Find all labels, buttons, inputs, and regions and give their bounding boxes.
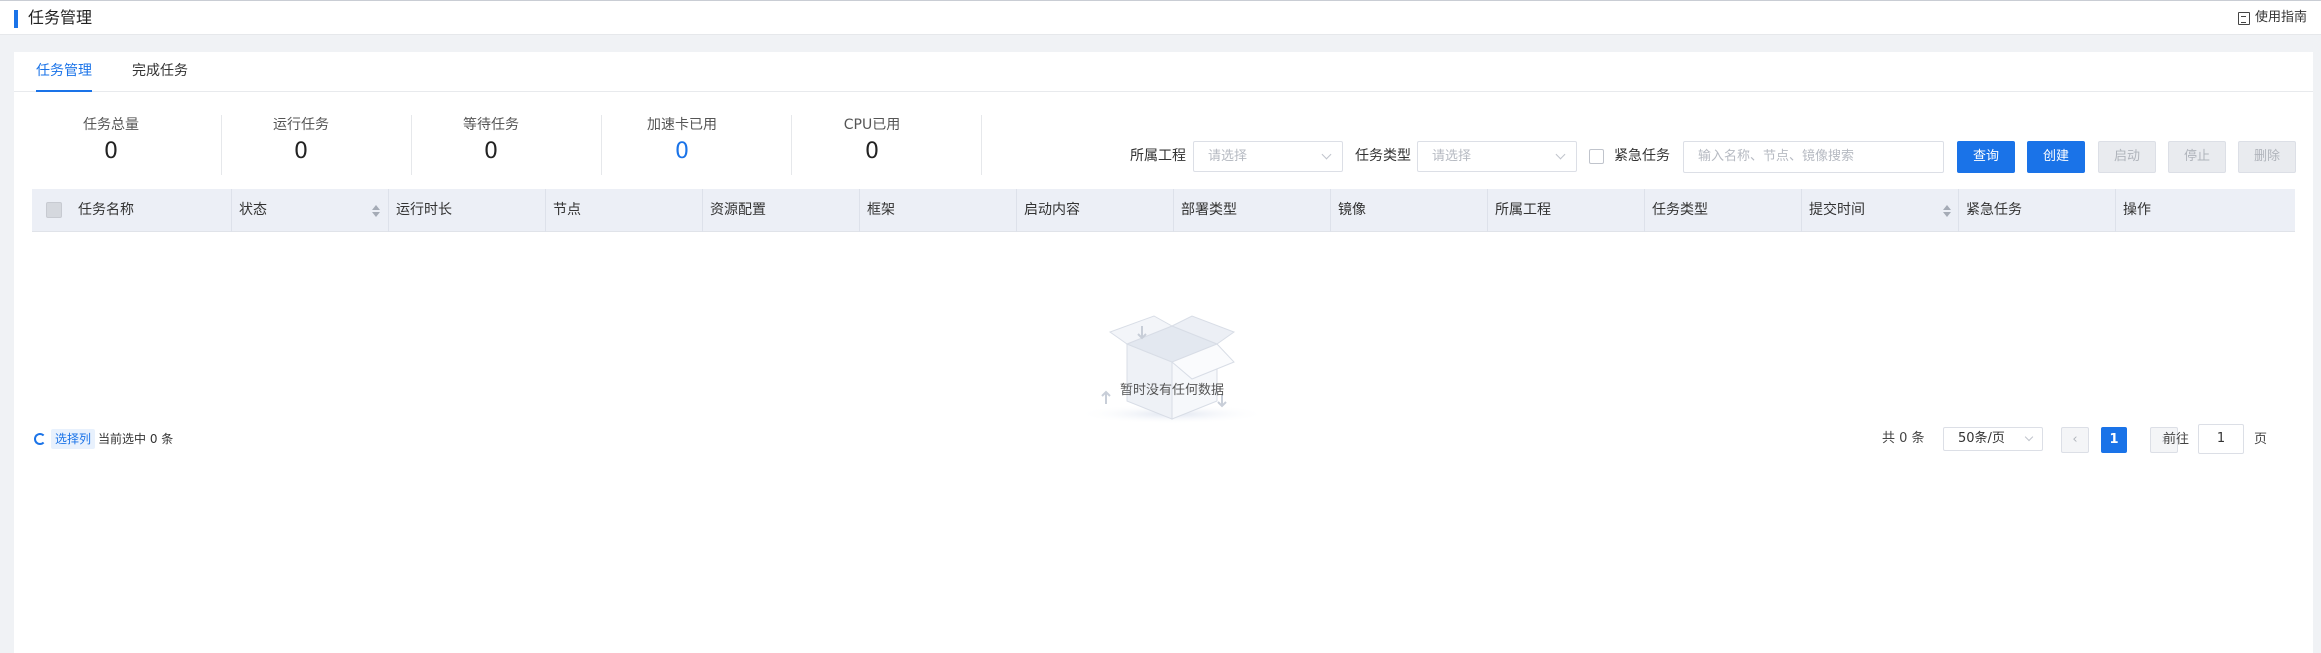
selected-count-text: 当前选中 0 条 <box>98 432 174 446</box>
chevron-down-icon <box>1321 149 1332 160</box>
column-separator <box>1487 189 1488 232</box>
column-header-start-content[interactable]: 启动内容 <box>1024 189 1080 232</box>
delete-button[interactable]: 删除 <box>2238 141 2296 173</box>
sort-icon[interactable] <box>1942 205 1952 217</box>
task-type-select-placeholder: 请选择 <box>1432 149 1472 164</box>
task-type-filter-label: 任务类型 <box>1355 148 1411 164</box>
tab-task-management[interactable]: 任务管理 <box>36 61 92 92</box>
search-input[interactable]: 输入名称、节点、镜像搜索 <box>1683 141 1944 173</box>
urgent-task-checkbox[interactable] <box>1589 149 1604 164</box>
goto-page-input[interactable]: 1 <box>2198 424 2244 454</box>
column-separator <box>702 189 703 232</box>
goto-label: 前往 <box>2163 432 2190 447</box>
stat-value[interactable]: 0 <box>587 138 777 166</box>
stop-button[interactable]: 停止 <box>2168 141 2226 173</box>
column-header-submit-time[interactable]: 提交时间 <box>1809 189 1865 232</box>
user-guide-label: 使用指南 <box>2254 10 2307 25</box>
stat-value: 0 <box>294 139 308 164</box>
page-title: 任务管理 <box>28 8 93 27</box>
stat-cpu-used: CPU已用 0 <box>777 115 967 179</box>
stat-label: 等待任务 <box>463 117 519 133</box>
stat-value: 0 <box>484 139 498 164</box>
urgent-task-label: 紧急任务 <box>1614 148 1670 164</box>
column-header-deploy-type[interactable]: 部署类型 <box>1181 189 1237 232</box>
document-icon <box>2237 11 2250 25</box>
goto-suffix-label: 页 <box>2254 432 2268 447</box>
chevron-down-icon <box>1555 149 1566 160</box>
column-separator <box>1801 189 1802 232</box>
column-header-task-type[interactable]: 任务类型 <box>1652 189 1708 232</box>
main-panel: 任务管理 完成任务 任务总量 0 运行任务 0 等待任务 0 加速卡已用 0 C… <box>14 52 2313 653</box>
column-separator <box>1644 189 1645 232</box>
sort-icon[interactable] <box>371 205 381 217</box>
select-columns-button[interactable]: 选择列 <box>51 429 96 449</box>
chevron-down-icon <box>2024 432 2034 442</box>
column-separator <box>231 189 232 232</box>
prev-page-button[interactable]: ‹ <box>2061 427 2089 453</box>
empty-box-illustration <box>1077 315 1267 424</box>
user-guide-link[interactable]: 使用指南 <box>2237 9 2307 27</box>
column-separator <box>1330 189 1331 232</box>
table-header: 任务名称 状态 运行时长 节点 资源配置 框架 启动内容 部署类型 镜像 所属工… <box>32 189 2295 232</box>
search-placeholder: 输入名称、节点、镜像搜索 <box>1698 149 1855 164</box>
column-separator <box>1173 189 1174 232</box>
chevron-left-icon: ‹ <box>2072 432 2078 447</box>
column-separator <box>545 189 546 232</box>
project-select[interactable]: 请选择 <box>1193 141 1343 172</box>
tab-completed-tasks[interactable]: 完成任务 <box>132 61 188 81</box>
column-separator <box>859 189 860 232</box>
stat-waiting-tasks: 等待任务 0 <box>396 115 586 179</box>
stat-label: CPU已用 <box>843 117 901 133</box>
empty-state-text: 暂时没有任何数据 <box>1119 383 1224 398</box>
column-separator <box>1958 189 1959 232</box>
page-size-value: 50条/页 <box>1958 431 2005 446</box>
stat-value: 0 <box>865 139 879 164</box>
stat-running-tasks: 运行任务 0 <box>206 115 396 179</box>
column-header-actions: 操作 <box>2123 202 2151 218</box>
column-separator <box>2115 189 2116 232</box>
column-header-project[interactable]: 所属工程 <box>1495 189 1551 232</box>
column-header-resource[interactable]: 资源配置 <box>710 189 766 232</box>
stat-divider <box>981 115 982 175</box>
page-number-current[interactable]: 1 <box>2101 427 2127 453</box>
page-size-select[interactable]: 50条/页 <box>1943 427 2043 451</box>
refresh-icon[interactable] <box>34 433 46 445</box>
column-header-task-name[interactable]: 任务名称 <box>78 189 134 232</box>
title-accent-bar <box>14 10 18 28</box>
column-header-node[interactable]: 节点 <box>553 189 581 232</box>
stat-accelerator-used: 加速卡已用 0 <box>587 115 777 179</box>
task-type-select[interactable]: 请选择 <box>1417 141 1577 172</box>
select-all-checkbox[interactable] <box>46 202 62 218</box>
page-header: 任务管理 使用指南 <box>0 1 2321 35</box>
stat-label: 运行任务 <box>273 117 329 133</box>
tab-bar: 任务管理 完成任务 <box>14 52 2313 92</box>
create-button[interactable]: 创建 <box>2027 141 2085 173</box>
column-header-status[interactable]: 状态 <box>239 189 267 232</box>
column-header-runtime[interactable]: 运行时长 <box>396 189 452 232</box>
stat-total-tasks: 任务总量 0 <box>16 115 206 179</box>
project-filter-label: 所属工程 <box>1130 148 1186 164</box>
query-button[interactable]: 查询 <box>1957 141 2015 173</box>
total-count-text: 共 0 条 <box>1882 431 1925 446</box>
column-header-framework[interactable]: 框架 <box>867 189 895 232</box>
column-separator <box>388 189 389 232</box>
start-button[interactable]: 启动 <box>2098 141 2156 173</box>
column-header-urgent[interactable]: 紧急任务 <box>1966 189 2022 232</box>
column-separator <box>1016 189 1017 232</box>
project-select-placeholder: 请选择 <box>1208 149 1248 164</box>
stat-value: 0 <box>104 139 118 164</box>
stat-label: 加速卡已用 <box>647 117 717 133</box>
stat-label: 任务总量 <box>83 117 139 133</box>
column-header-image[interactable]: 镜像 <box>1338 189 1366 232</box>
